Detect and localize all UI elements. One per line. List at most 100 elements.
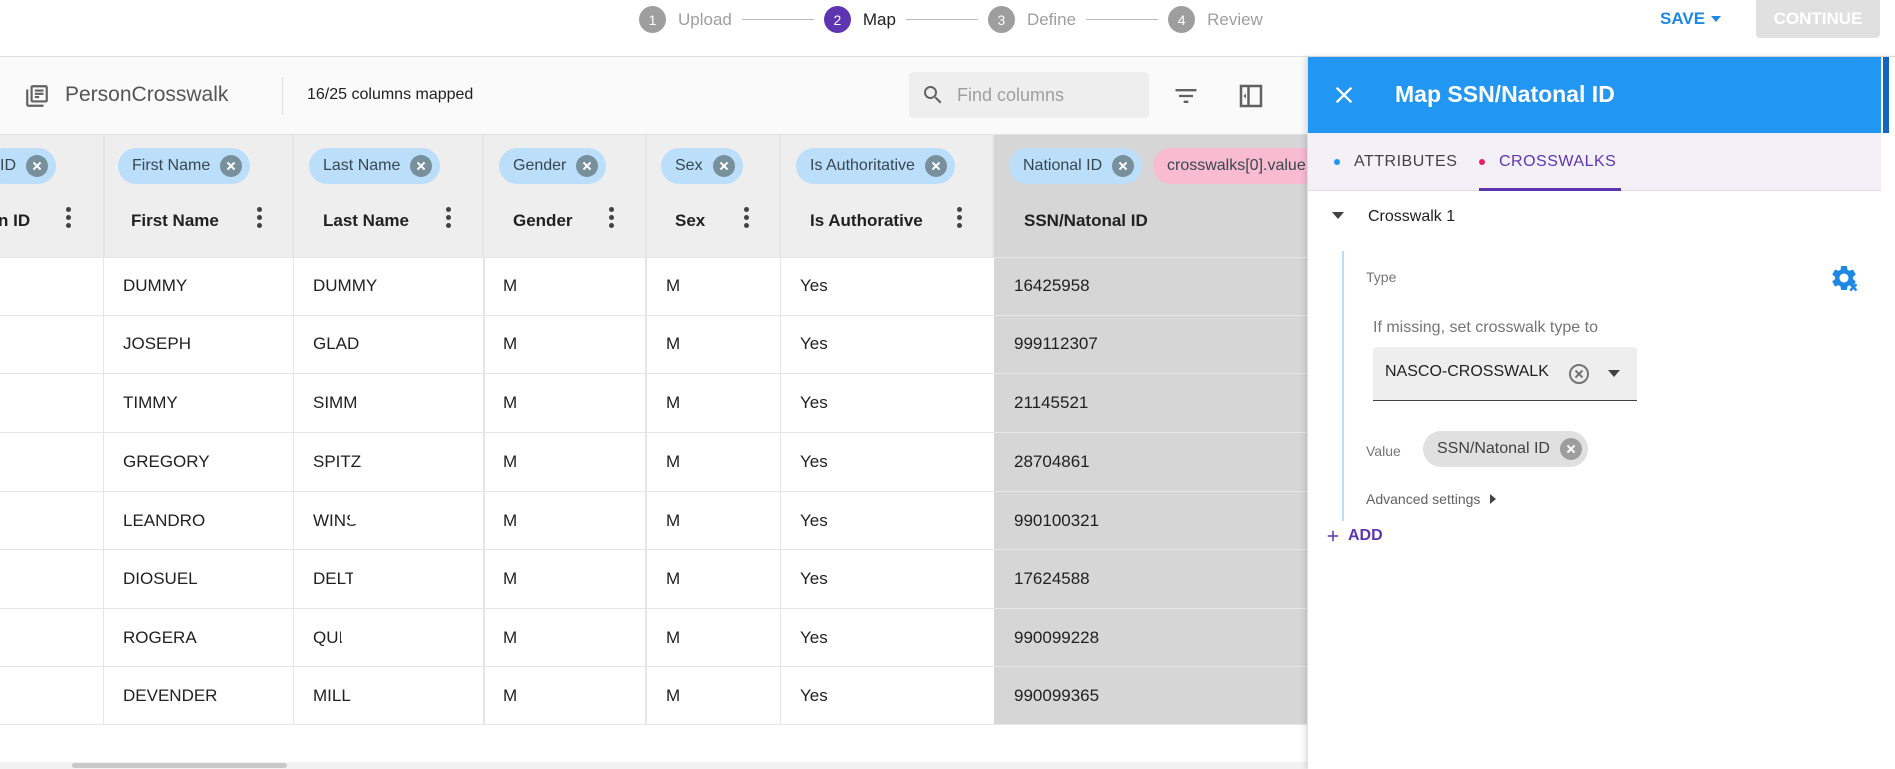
table-cell[interactable]: M <box>666 393 680 413</box>
add-crosswalk-button[interactable]: ADD <box>1324 527 1383 545</box>
table-cell[interactable]: M <box>503 511 517 531</box>
table-cell[interactable]: 990099228 <box>1014 628 1099 648</box>
remove-chip-icon[interactable] <box>576 155 599 177</box>
mapping-chip[interactable]: Gender <box>499 148 607 184</box>
search-input[interactable] <box>957 84 1137 106</box>
remove-chip-icon[interactable] <box>1112 155 1135 177</box>
table-cell[interactable]: Yes <box>800 628 828 648</box>
filter-icon[interactable] <box>1172 82 1200 110</box>
crosswalk-title[interactable]: Crosswalk 1 <box>1368 208 1455 226</box>
step-upload[interactable]: 1 Upload <box>639 6 732 33</box>
table-cell[interactable]: M <box>503 276 517 296</box>
column-menu-icon[interactable] <box>609 207 615 229</box>
table-cell[interactable]: DUMMY <box>123 276 187 296</box>
mapping-chip[interactable]: Sex <box>661 148 743 184</box>
mapping-chip[interactable]: Last Name <box>309 148 441 184</box>
table-cell[interactable]: M <box>666 569 680 589</box>
column-menu-icon[interactable] <box>66 207 72 229</box>
table-cell[interactable]: 990099365 <box>1014 686 1099 706</box>
close-icon[interactable] <box>1330 81 1358 109</box>
table-cell[interactable]: M <box>666 628 680 648</box>
table-cell[interactable]: 28704861 <box>1014 452 1090 472</box>
redaction-block <box>350 500 402 524</box>
scrollbar-thumb[interactable] <box>72 763 287 768</box>
clear-icon[interactable] <box>1567 362 1591 386</box>
table-cell[interactable]: M <box>503 393 517 413</box>
table-cell[interactable]: Yes <box>800 569 828 589</box>
crosswalk-chip[interactable]: crosswalks[0].value <box>1153 148 1307 184</box>
column-menu-icon[interactable] <box>744 207 750 229</box>
mapping-chip[interactable]: Is Authoritative <box>796 148 955 184</box>
table-cell[interactable]: Yes <box>800 334 828 354</box>
column-menu-icon[interactable] <box>957 207 963 229</box>
table-cell[interactable]: Yes <box>800 393 828 413</box>
table-cell[interactable]: ROGERA <box>123 628 197 648</box>
table-cell[interactable]: 17624588 <box>1014 569 1090 589</box>
panel-scrollbar[interactable] <box>1883 57 1889 133</box>
mapping-chip[interactable]: National ID <box>1009 148 1143 184</box>
table-cell[interactable]: M <box>503 569 517 589</box>
table-cell[interactable]: 990100321 <box>1014 511 1099 531</box>
remove-chip-icon[interactable] <box>924 155 947 177</box>
table-cell[interactable]: GREGORY <box>123 452 210 472</box>
continue-button[interactable]: CONTINUE <box>1756 0 1880 38</box>
step-define[interactable]: 3 Define <box>987 6 1076 33</box>
table-cell[interactable]: SPITZ <box>313 452 361 472</box>
table-cell[interactable]: M <box>666 334 680 354</box>
table-cell[interactable]: DELT <box>313 569 355 589</box>
column-menu-icon[interactable] <box>257 207 263 229</box>
tab-dot <box>1479 159 1485 165</box>
table-cell[interactable]: JOSEPH <box>123 334 191 354</box>
settings-clear-icon[interactable] <box>1829 263 1859 293</box>
chip-label: crosswalks[0].value <box>1167 157 1306 174</box>
crosswalk-type-select[interactable]: NASCO-CROSSWALK <box>1373 347 1637 401</box>
remove-chip-icon[interactable] <box>26 155 48 177</box>
table-cell[interactable]: LEANDRO <box>123 511 205 531</box>
table-cell[interactable]: M <box>666 276 680 296</box>
table-cell[interactable]: SIMM <box>313 393 357 413</box>
side-panel-icon[interactable] <box>1236 81 1266 111</box>
table-cell[interactable]: QUI <box>313 628 343 648</box>
save-button[interactable]: SAVE <box>1660 8 1722 30</box>
remove-chip-icon[interactable] <box>712 155 735 177</box>
table-cell[interactable]: M <box>666 511 680 531</box>
table-cell[interactable]: GLAD <box>313 334 359 354</box>
table-cell[interactable]: 999112307 <box>1014 334 1098 354</box>
table-cell[interactable]: MILL <box>313 686 351 706</box>
remove-chip-icon[interactable] <box>410 155 433 177</box>
mapping-chip[interactable]: First Name <box>118 148 251 184</box>
remove-chip-icon[interactable] <box>1559 438 1582 460</box>
table-cell[interactable]: M <box>503 452 517 472</box>
step-map[interactable]: 2 Map <box>823 6 896 33</box>
value-label: Value <box>1366 443 1401 459</box>
table-cell[interactable]: M <box>503 686 517 706</box>
table-cell[interactable]: Yes <box>800 276 828 296</box>
value-chip[interactable]: SSN/Natonal ID <box>1423 431 1588 467</box>
panel-title: Map SSN/Natonal ID <box>1395 81 1615 107</box>
table-cell[interactable]: 16425958 <box>1014 276 1090 296</box>
collapse-toggle-icon[interactable] <box>1332 212 1344 219</box>
table-cell[interactable]: DIOSUEL <box>123 569 198 589</box>
advanced-settings-toggle[interactable]: Advanced settings <box>1366 491 1497 507</box>
table-cell[interactable]: M <box>666 452 680 472</box>
step-review[interactable]: 4 Review <box>1168 6 1263 33</box>
tab-attributes[interactable]: ATTRIBUTES <box>1334 133 1457 191</box>
chevron-down-icon[interactable] <box>1608 370 1620 377</box>
step-label: Upload <box>678 9 732 29</box>
step-label: Review <box>1207 9 1263 29</box>
remove-chip-icon[interactable] <box>220 155 243 177</box>
tab-crosswalks[interactable]: CROSSWALKS <box>1479 133 1616 191</box>
table-cell[interactable]: M <box>503 334 517 354</box>
table-cell[interactable]: Yes <box>800 686 828 706</box>
table-cell[interactable]: Yes <box>800 511 828 531</box>
table-cell[interactable]: DEVENDER <box>123 686 217 706</box>
table-cell[interactable]: Yes <box>800 452 828 472</box>
table-cell[interactable]: TIMMY <box>123 393 178 413</box>
table-cell[interactable]: 21145521 <box>1014 393 1088 413</box>
column-menu-icon[interactable] <box>446 207 452 229</box>
table-cell[interactable]: DUMMY <box>313 276 377 296</box>
mapping-chip[interactable]: ID <box>0 148 56 184</box>
table-cell[interactable]: M <box>503 628 517 648</box>
search-box[interactable] <box>909 72 1149 118</box>
table-cell[interactable]: M <box>666 686 680 706</box>
